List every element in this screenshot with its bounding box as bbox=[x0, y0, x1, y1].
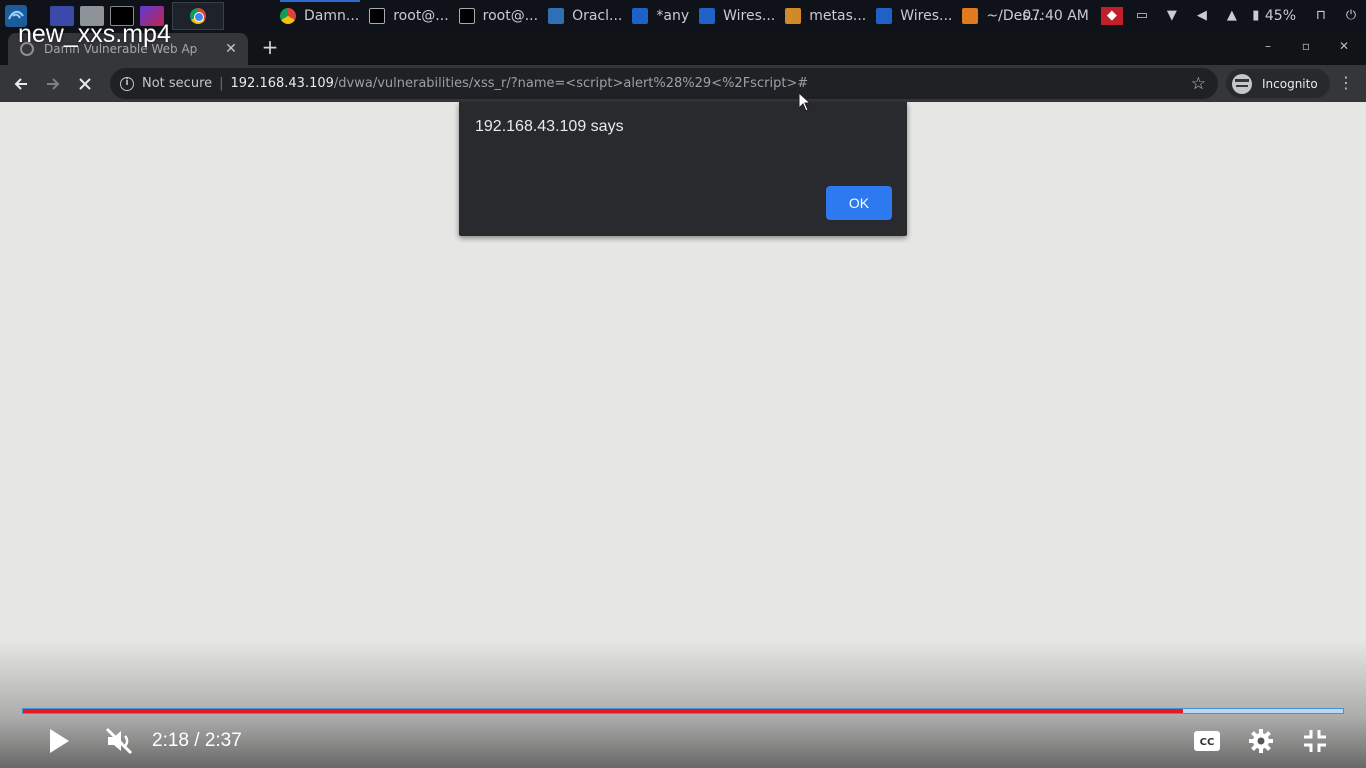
chrome-icon bbox=[280, 7, 296, 24]
system-tray: 07:40 AM ◆ ▭ ▼ ◀ ▲ ▮ 45% ⊓ ⏻ bbox=[1022, 0, 1366, 31]
ok-button[interactable]: OK bbox=[826, 186, 892, 220]
mouse-cursor-icon bbox=[798, 92, 812, 112]
taskbar-task[interactable]: *any bbox=[632, 0, 689, 31]
close-tab-icon[interactable]: ✕ bbox=[220, 41, 242, 57]
maximize-icon[interactable]: ▫ bbox=[1296, 39, 1316, 53]
taskbar-task[interactable]: root@... bbox=[458, 0, 539, 31]
incognito-label: Incognito bbox=[1262, 76, 1318, 91]
alert-dialog: 192.168.43.109 says OK bbox=[459, 102, 907, 236]
chrome-launcher[interactable] bbox=[172, 1, 224, 30]
taskbar-task-label: Wires... bbox=[900, 7, 953, 24]
taskbar-task[interactable]: Wires... bbox=[699, 0, 775, 31]
power-icon[interactable]: ⏻ bbox=[1340, 7, 1362, 25]
taskbar-task-label: Oracl... bbox=[572, 7, 623, 24]
browser-tab-strip: Damn Vulnerable Web Ap ✕ + – ▫ ✕ bbox=[0, 31, 1366, 65]
address-bar[interactable]: i Not secure | 192.168.43.109 /dvwa/vuln… bbox=[110, 68, 1218, 99]
muted-volume-icon[interactable] bbox=[102, 724, 136, 758]
site-info-icon[interactable]: i bbox=[120, 76, 134, 91]
svg-text:CC: CC bbox=[1200, 737, 1215, 748]
taskbar-task-label: metas... bbox=[809, 7, 867, 24]
desktop-taskbar: Damn... root@... root@... Oracl... *any Wires… bbox=[0, 0, 1366, 31]
taskbar-task[interactable]: Oracl... bbox=[548, 0, 622, 31]
chrome-icon bbox=[190, 7, 206, 24]
time-separator: / bbox=[194, 730, 200, 751]
url-host: 192.168.43.109 bbox=[230, 76, 334, 91]
taskbar-task[interactable]: root@... bbox=[369, 0, 449, 31]
terminal-icon bbox=[458, 7, 475, 24]
address-separator: | bbox=[219, 76, 224, 91]
kali-red-icon[interactable]: ◆ bbox=[1100, 6, 1123, 25]
taskbar-task-label: Damn... bbox=[304, 7, 360, 24]
security-label[interactable]: Not secure bbox=[142, 76, 212, 91]
wireshark-icon bbox=[699, 7, 716, 24]
progress-bar[interactable] bbox=[22, 705, 1344, 717]
stop-loading-icon[interactable] bbox=[70, 69, 100, 99]
total-time: 2:37 bbox=[204, 730, 242, 751]
taskbar-task-label: root@... bbox=[482, 7, 539, 24]
volume-icon[interactable]: ◀ bbox=[1191, 7, 1213, 25]
screen: Damn... root@... root@... Oracl... *any Wires… bbox=[0, 0, 1366, 768]
new-tab-icon[interactable]: + bbox=[258, 35, 282, 59]
taskbar-task-label: *any bbox=[656, 7, 690, 24]
minimize-icon[interactable]: – bbox=[1258, 39, 1278, 53]
alert-message: 192.168.43.109 says bbox=[475, 118, 624, 135]
forward-icon[interactable] bbox=[38, 69, 68, 99]
battery-icon[interactable]: ▮ bbox=[1251, 7, 1261, 25]
terminal-icon bbox=[369, 7, 386, 24]
browser-toolbar: i Not secure | 192.168.43.109 /dvwa/vuln… bbox=[0, 65, 1366, 102]
video-title: new_xxs.mp4 bbox=[18, 20, 171, 48]
taskbar-task-label: Wires... bbox=[723, 7, 776, 24]
wireshark-icon bbox=[876, 7, 893, 24]
play-icon[interactable] bbox=[44, 726, 74, 756]
exit-fullscreen-icon[interactable] bbox=[1300, 726, 1330, 756]
close-window-icon[interactable]: ✕ bbox=[1334, 39, 1354, 53]
progress-played bbox=[23, 709, 1183, 713]
battery-percentage: 45% bbox=[1264, 7, 1296, 24]
notification-bell-icon[interactable]: ▲ bbox=[1221, 7, 1243, 25]
camera-icon[interactable]: ▭ bbox=[1131, 7, 1153, 25]
wifi-icon[interactable]: ▼ bbox=[1161, 7, 1183, 25]
incognito-badge[interactable]: Incognito bbox=[1226, 69, 1330, 98]
sublime-icon bbox=[962, 7, 979, 24]
url-path: /dvwa/vulnerabilities/xss_r/?name=<scrip… bbox=[333, 76, 809, 91]
settings-gear-icon[interactable] bbox=[1246, 726, 1276, 756]
back-icon[interactable] bbox=[6, 69, 36, 99]
taskbar-task[interactable]: Damn... bbox=[280, 0, 361, 31]
taskbar-task[interactable]: Wires... bbox=[876, 0, 952, 31]
virtualbox-icon bbox=[548, 7, 565, 24]
bookmark-star-icon[interactable]: ☆ bbox=[1191, 74, 1206, 94]
wireshark-icon bbox=[632, 7, 649, 24]
captions-icon[interactable]: CC bbox=[1192, 728, 1222, 754]
metasploit-icon bbox=[785, 7, 802, 24]
browser-menu-icon[interactable]: ⋮ bbox=[1338, 73, 1354, 92]
time-display: 2:18 / 2:37 bbox=[152, 730, 242, 752]
taskbar-task-label: root@... bbox=[393, 7, 449, 24]
taskbar-task[interactable]: metas... bbox=[785, 0, 866, 31]
current-time: 2:18 bbox=[152, 730, 189, 751]
incognito-icon bbox=[1232, 73, 1252, 94]
lock-icon[interactable]: ⊓ bbox=[1310, 7, 1332, 25]
clock[interactable]: 07:40 AM bbox=[1022, 8, 1088, 24]
